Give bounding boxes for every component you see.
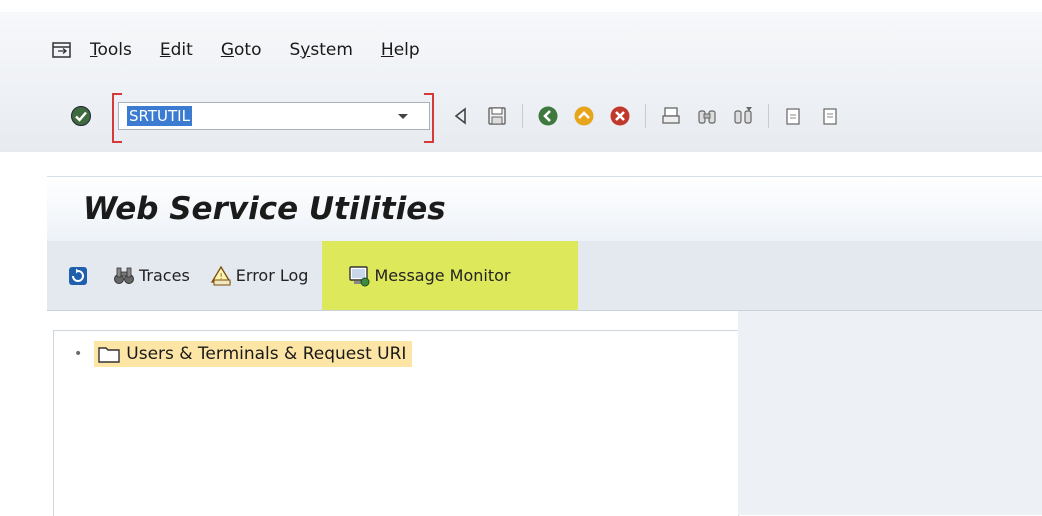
binoculars-icon [114,267,134,284]
folder-icon [98,347,120,363]
tree-node-bullet: • [74,346,83,362]
menu-tools[interactable]: Tools [90,40,132,60]
work-area [738,311,1042,515]
error-log-label: Error Log [235,266,309,285]
toolbar-separator [522,104,523,128]
menu-tools-accel: T [90,40,98,60]
exit-up-icon[interactable] [573,105,595,127]
system-toolbar: SRTUTIL [70,91,855,143]
menu-edit[interactable]: Edit [160,40,193,60]
command-field-value: SRTUTIL [127,106,192,126]
find-icon[interactable] [696,105,718,127]
refresh-button[interactable] [67,241,93,310]
sap-gui-header: Tools Edit Goto System Help SRTUTIL [0,0,1042,152]
menu-bar: Tools Edit Goto System Help [50,35,448,65]
page-title: Web Service Utilities [83,191,446,227]
menu-system-pre: S [289,40,301,60]
window-top-edge [0,0,1042,12]
first-page-icon[interactable] [783,105,805,127]
back-triangle-icon[interactable] [450,105,472,127]
traces-button[interactable]: Traces [113,241,190,310]
menu-system-rest: stem [310,40,353,60]
save-icon[interactable] [486,105,508,127]
exit-icon[interactable] [50,40,74,60]
error-log-icon: ! [210,265,231,285]
tree-node[interactable]: • Users & Terminals & Request URI [74,341,413,367]
menu-goto-rest: oto [234,40,262,60]
refresh-icon [69,266,87,285]
menu-edit-rest: dit [170,40,193,60]
print-icon[interactable] [660,105,682,127]
menu-system[interactable]: System [289,40,352,60]
menu-goto-accel: G [220,40,235,60]
menu-help[interactable]: Help [381,40,420,60]
toolbar-separator [645,104,646,128]
menu-system-accel: y [300,40,311,60]
cancel-icon[interactable] [609,105,631,127]
menu-help-accel: H [380,40,394,60]
tree-node-label: Users & Terminals & Request URI [126,344,407,364]
menu-edit-accel: E [159,40,171,60]
find-next-icon[interactable] [732,105,754,127]
command-field[interactable]: SRTUTIL [118,102,430,130]
application-toolbar-items: Traces ! Error Log Message Monitor [67,241,598,310]
menu-goto[interactable]: Goto [221,40,262,60]
toolbar-separator [768,104,769,128]
menu-tools-rest: ools [97,40,132,60]
tree-panel: • Users & Terminals & Request URI [53,330,739,516]
command-field-container: SRTUTIL [112,93,434,143]
chevron-down-icon[interactable] [395,108,411,124]
previous-page-icon[interactable] [819,105,841,127]
menu-help-rest: elp [393,40,420,60]
monitor-icon [349,265,370,286]
page-title-bar: Web Service Utilities [47,176,1042,241]
error-log-button[interactable]: ! Error Log [210,241,309,310]
traces-label: Traces [139,266,190,285]
message-monitor-button[interactable]: Message Monitor [322,241,579,310]
svg-text:!: ! [219,272,222,281]
tree-node-highlight[interactable]: Users & Terminals & Request URI [94,341,413,367]
back-icon[interactable] [537,105,559,127]
message-monitor-label: Message Monitor [374,266,511,285]
application-toolbar: Traces ! Error Log Message Monitor [47,241,1042,311]
enter-checkmark-icon[interactable] [70,105,92,127]
